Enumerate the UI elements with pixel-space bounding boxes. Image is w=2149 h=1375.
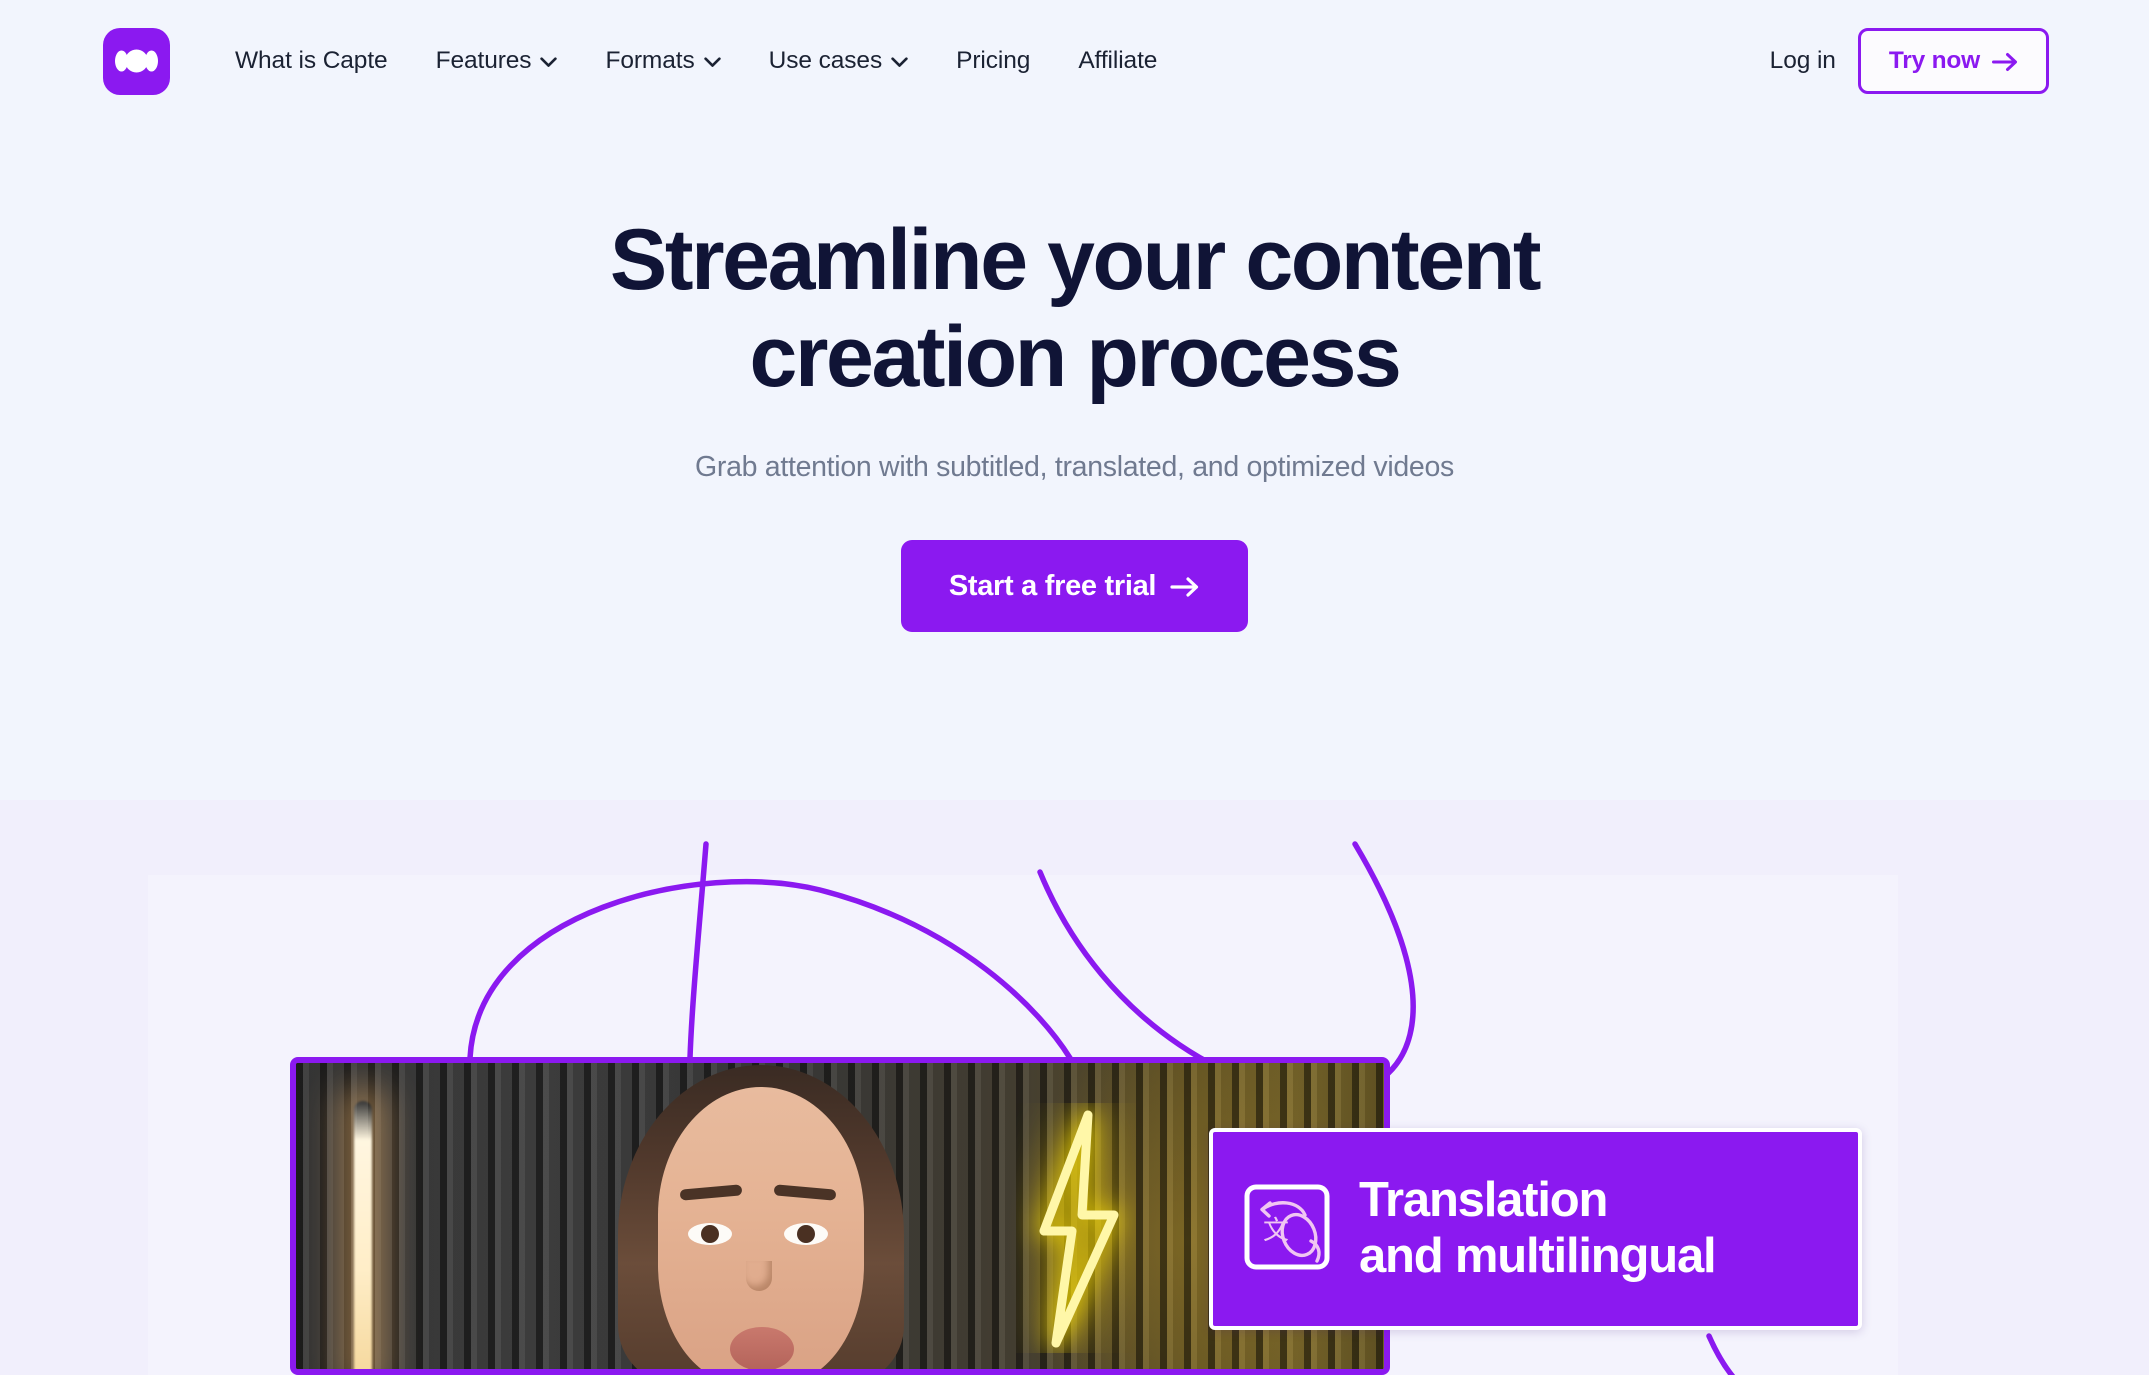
nav-label: Use cases <box>768 46 883 74</box>
nav-item-affiliate[interactable]: Affiliate <box>1054 46 1181 74</box>
page-title-line-1: Streamline your content <box>609 212 1542 308</box>
primary-navigation: What is Capte Features Formats Use cases… <box>211 46 1181 74</box>
feature-badge-line-2: and multilingual <box>1359 1229 1717 1283</box>
hero-section: What is Capte Features Formats Use cases… <box>0 0 2149 800</box>
person-nose <box>746 1261 772 1291</box>
chevron-down-icon <box>540 57 558 68</box>
nav-item-what-is-capte[interactable]: What is Capte <box>211 46 412 74</box>
page-title-line-2: creation process <box>749 309 1402 406</box>
person-eye-right <box>784 1223 828 1245</box>
feature-badge-translation[interactable]: 文 Translation and multilingual <box>1209 1128 1862 1330</box>
feature-badge-text: Translation and multilingual <box>1359 1173 1717 1285</box>
header-actions: Log in Try now <box>1748 28 2049 94</box>
hero-subtitle: Grab attention with subtitled, translate… <box>695 451 1454 484</box>
nav-label: What is Capte <box>235 46 388 74</box>
page-title: Streamline your content creation process <box>0 212 2149 406</box>
nav-label: Pricing <box>956 46 1031 74</box>
nav-item-use-cases[interactable]: Use cases <box>745 46 932 74</box>
hero-cta-wrapper: Start a free trial <box>0 540 2149 633</box>
person-eye-left <box>688 1223 732 1245</box>
nav-item-pricing[interactable]: Pricing <box>932 46 1054 74</box>
login-link[interactable]: Log in <box>1748 47 1858 75</box>
video-light-strip <box>354 1101 372 1369</box>
try-now-label: Try now <box>1888 47 1980 74</box>
neon-lightning-bolt-icon <box>1039 1110 1119 1348</box>
arrow-right-icon <box>1170 576 1200 598</box>
nav-label: Affiliate <box>1078 46 1158 74</box>
start-free-trial-button[interactable]: Start a free trial <box>900 540 1249 633</box>
feature-badge-line-1: Translation <box>1359 1173 1608 1228</box>
video-person <box>596 1065 926 1369</box>
capte-logo-icon[interactable] <box>103 27 170 95</box>
try-now-button[interactable]: Try now <box>1857 28 2049 94</box>
landing-page: What is Capte Features Formats Use cases… <box>0 0 2149 1375</box>
site-header: What is Capte Features Formats Use cases… <box>0 0 2149 122</box>
translate-icon: 文 <box>1241 1181 1333 1278</box>
nav-item-features[interactable]: Features <box>412 46 582 74</box>
arrow-right-icon <box>1992 52 2018 72</box>
hero-content: Streamline your content creation process… <box>0 212 2149 633</box>
chevron-down-icon <box>891 57 908 68</box>
person-mouth <box>730 1327 794 1369</box>
nav-label: Formats <box>605 46 695 74</box>
nav-item-formats[interactable]: Formats <box>581 46 744 74</box>
chevron-down-icon <box>703 57 721 68</box>
start-free-trial-label: Start a free trial <box>948 569 1157 602</box>
nav-label: Features <box>435 46 532 74</box>
